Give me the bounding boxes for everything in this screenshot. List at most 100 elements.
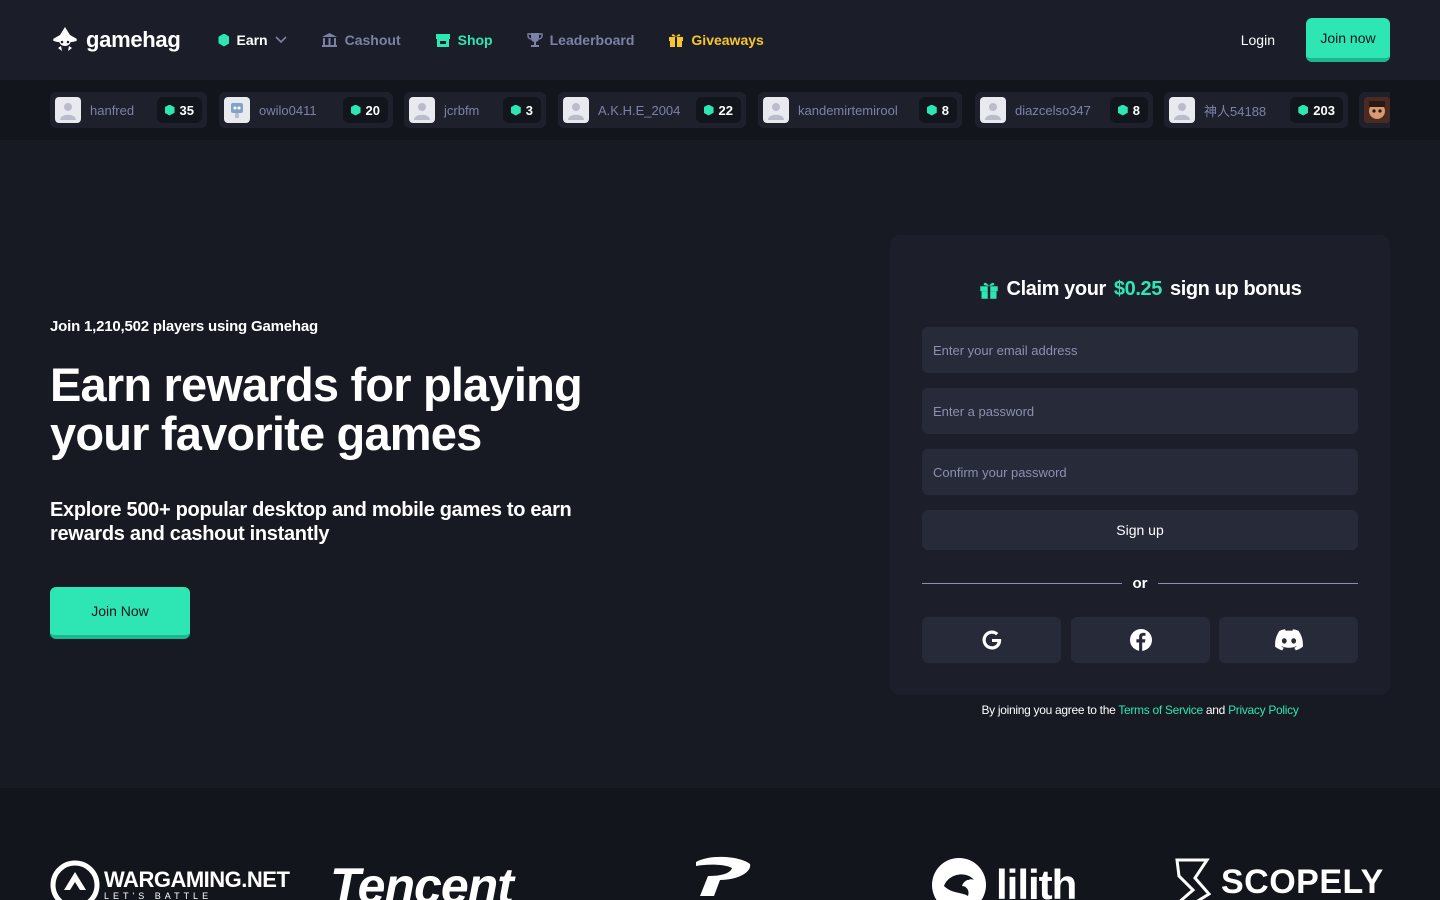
ticker-item[interactable]: A.K.H.E_2004 22: [558, 92, 746, 128]
shop-icon: [435, 33, 450, 47]
ticker-item[interactable]: 神人54188 203: [1164, 92, 1348, 128]
login-link[interactable]: Login: [1241, 32, 1275, 48]
gem-icon: [1117, 104, 1128, 116]
avatar: [980, 97, 1006, 123]
avatar: [1169, 97, 1195, 123]
sign-up-button[interactable]: Sign up: [922, 510, 1358, 550]
gem-count: 8: [1132, 102, 1140, 118]
trophy-icon: [526, 33, 543, 47]
gem-icon: [350, 104, 361, 116]
nav-earn-label: Earn: [236, 32, 268, 48]
ticker-username: hanfred: [90, 102, 135, 118]
nav-earn[interactable]: Earn: [218, 32, 287, 48]
logo-text: gamehag: [86, 27, 181, 52]
join-now-header-button[interactable]: Join now: [1306, 18, 1390, 62]
ticker-username: diazcelso347: [1015, 102, 1091, 118]
nav-giveaways-label: Giveaways: [691, 32, 764, 48]
gem-icon: [164, 104, 175, 116]
gem-badge: 20: [342, 97, 388, 123]
gem-badge: 203: [1290, 97, 1343, 123]
google-icon: [982, 630, 1001, 650]
nav-giveaways[interactable]: Giveaways: [668, 32, 764, 48]
terms-notice: By joining you agree to the Terms of Ser…: [890, 703, 1390, 717]
p-emblem-icon: [696, 856, 751, 896]
ticker-item[interactable]: kandemirtemirool 8: [758, 92, 962, 128]
wargaming-logo: WARGAMING.NET LET'S BATTLE: [50, 860, 290, 900]
wargaming-name: WARGAMING.NET: [104, 867, 290, 892]
top-nav-bar: gamehag Earn Cashout Shop Leaderboard Gi…: [0, 0, 1440, 80]
default-avatar-icon: [985, 103, 1001, 120]
hero-description: Explore 500+ popular desktop and mobile …: [50, 499, 572, 545]
or-divider: or: [922, 574, 1358, 594]
ticker-item[interactable]: jcrbfm 3: [404, 92, 546, 128]
nav-shop-label: Shop: [457, 32, 493, 48]
wizard-hat-logo-icon: [53, 27, 77, 51]
default-avatar-icon: [568, 103, 584, 120]
tencent-wordmark: Tencent: [330, 858, 514, 900]
signup-card: Claim your $0.25 sign up bonus Sign up o…: [890, 235, 1390, 695]
gem-badge: 35: [156, 97, 202, 123]
header-actions: Login Join now: [1241, 18, 1390, 62]
tencent-logo: Tencent: [330, 856, 514, 900]
hero-title: Earn rewards for playing your favorite g…: [50, 358, 583, 460]
default-avatar-icon: [1174, 103, 1190, 120]
ticker-username: kandemirtemirool: [798, 102, 898, 118]
signup-title-post: sign up bonus: [1169, 278, 1302, 300]
gem-badge: 3: [502, 97, 541, 123]
confirm-password-field[interactable]: [922, 449, 1358, 495]
facebook-login-button[interactable]: [1071, 617, 1210, 663]
password-field[interactable]: [922, 388, 1358, 434]
avatar: [563, 97, 589, 123]
gem-count: 35: [179, 102, 194, 118]
nav-shop[interactable]: Shop: [435, 32, 493, 48]
ticker-item[interactable]: owilo0411 20: [219, 92, 393, 128]
avatar: [763, 97, 789, 123]
wargaming-tagline: LET'S BATTLE: [104, 891, 213, 900]
bank-icon: [321, 33, 337, 47]
chevron-down-icon: [275, 36, 287, 44]
ticker-username: 神人54188: [1204, 103, 1267, 119]
email-field[interactable]: [922, 327, 1358, 373]
nav-cashout[interactable]: Cashout: [321, 32, 401, 48]
google-login-button[interactable]: [922, 617, 1061, 663]
partners-strip: WARGAMING.NET LET'S BATTLE Tencent lilit…: [0, 788, 1440, 900]
terms-and-text: and: [1205, 703, 1226, 717]
facebook-icon: [1129, 629, 1152, 651]
discord-login-button[interactable]: [1219, 617, 1358, 663]
default-avatar-icon: [414, 103, 430, 120]
ticker-track: hanfred 35 owilo0411 20 jcrbfm 3 A.K.H.E…: [50, 92, 1390, 128]
robot-avatar-icon: [231, 103, 243, 118]
character-avatar-icon: [1364, 97, 1390, 123]
nav-cashout-label: Cashout: [344, 32, 401, 48]
lilith-wordmark: lilith: [996, 861, 1077, 900]
gift-icon: [979, 282, 998, 299]
terms-of-service-link[interactable]: Terms of Service: [1118, 703, 1203, 717]
ticker-item[interactable]: [1359, 92, 1390, 128]
join-now-button[interactable]: Join Now: [50, 587, 190, 639]
gift-icon: [669, 34, 684, 47]
nav-leaderboard-label: Leaderboard: [549, 32, 635, 48]
avatar: [409, 97, 435, 123]
gem-badge: 8: [918, 97, 957, 123]
wargaming-emblem-icon: [50, 860, 100, 900]
signup-title-pre: Claim your: [1006, 278, 1107, 300]
ticker-username: A.K.H.E_2004: [598, 102, 681, 118]
gem-icon: [1298, 104, 1309, 116]
ticker-item[interactable]: hanfred 35: [50, 92, 207, 128]
ticker-item[interactable]: diazcelso347 8: [975, 92, 1153, 128]
gamehag-logo[interactable]: gamehag: [50, 26, 181, 54]
nav-leaderboard[interactable]: Leaderboard: [526, 32, 635, 48]
wargaming-wordmark: WARGAMING.NET LET'S BATTLE: [104, 867, 290, 900]
gem-count: 20: [365, 102, 380, 118]
default-avatar-icon: [768, 103, 784, 120]
privacy-policy-link[interactable]: Privacy Policy: [1228, 703, 1299, 717]
main-nav: Earn Cashout Shop Leaderboard Giveaways: [218, 32, 764, 48]
bonus-amount: $0.25: [1113, 278, 1162, 300]
gem-icon: [926, 104, 937, 116]
avatar: [55, 97, 81, 123]
ticker-username: jcrbfm: [444, 102, 480, 118]
scopely-logo: SCOPELY: [1175, 858, 1384, 900]
ticker-username: owilo0411: [259, 102, 317, 118]
gem-icon: [703, 104, 714, 116]
scopely-wordmark: SCOPELY: [1221, 862, 1384, 900]
